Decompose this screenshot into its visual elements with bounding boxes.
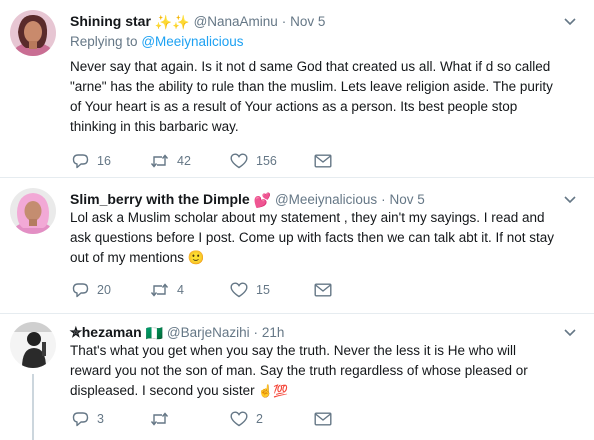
retweet-count: 4 — [177, 283, 184, 297]
display-name[interactable]: Shining star — [70, 13, 151, 29]
tweet-text-line: displeased. I second you sister — [70, 383, 255, 398]
tweet-3[interactable]: ✮hezaman 🇳🇬 @BarjeNazihi · 21h That's wh… — [0, 314, 594, 440]
chevron-down-icon[interactable] — [564, 193, 576, 205]
avatar[interactable] — [10, 322, 56, 368]
reply-button[interactable]: 20 — [72, 280, 111, 300]
tweet-text-line: out of my mentions — [70, 250, 185, 265]
separator-dot: · — [253, 325, 258, 340]
retweet-button[interactable]: 42 — [150, 151, 191, 171]
replying-to-handle[interactable]: @Meeiynalicious — [141, 34, 243, 49]
like-count: 15 — [256, 283, 270, 297]
like-icon — [230, 282, 248, 298]
replying-to-label: Replying to — [70, 34, 138, 49]
hearts-emoji: 💕 — [253, 192, 272, 209]
message-icon — [314, 412, 332, 426]
retweet-icon — [150, 154, 169, 168]
like-icon — [230, 411, 248, 427]
retweet-button[interactable]: 4 — [150, 280, 184, 300]
tweet-header: Slim_berry with the Dimple 💕 @Meeiynalic… — [70, 190, 425, 209]
tweet-header: ✮hezaman 🇳🇬 @BarjeNazihi · 21h — [70, 323, 284, 342]
thread-line — [32, 374, 34, 440]
hundred-points-emoji: ☝💯 — [258, 384, 289, 399]
tweet-text: Never say that again. Is it not d same G… — [70, 57, 578, 137]
tweet-text-line: Never say that again. Is it not d same G… — [70, 59, 551, 74]
tweet-text-line-last: out of my mentions 🙂 — [70, 248, 578, 268]
tweet-1[interactable]: Shining star ✨✨ @NanaAminu · Nov 5 Reply… — [0, 0, 594, 176]
chevron-down-icon[interactable] — [564, 15, 576, 27]
direct-message-button[interactable] — [314, 280, 332, 300]
separator-dot: · — [281, 14, 287, 29]
like-button[interactable]: 156 — [230, 151, 277, 171]
display-name[interactable]: ✮hezaman — [70, 324, 142, 340]
separator-dot: · — [381, 192, 386, 207]
tweet-date[interactable]: Nov 5 — [290, 14, 325, 29]
avatar[interactable] — [10, 10, 56, 56]
smile-emoji: 🙂 — [187, 250, 205, 266]
retweet-button[interactable] — [150, 409, 177, 429]
chevron-down-icon[interactable] — [564, 326, 576, 338]
replying-to: Replying to @Meeiynalicious — [70, 34, 244, 49]
reply-count: 3 — [97, 412, 104, 426]
reply-count: 20 — [97, 283, 111, 297]
like-count: 2 — [256, 412, 263, 426]
like-icon — [230, 153, 248, 169]
tweet-text-line: ask questions before I post. Come up wit… — [70, 230, 555, 245]
tweet-actions: 16 42 156 — [70, 151, 370, 171]
tweet-text-line: Lol ask a Muslim scholar about my statem… — [70, 210, 545, 225]
like-button[interactable]: 2 — [230, 409, 263, 429]
tweet-text-line: of Your heart is as a result of Your act… — [70, 99, 518, 114]
tweet-text-line: That's what you get when you say the tru… — [70, 343, 517, 358]
retweet-icon — [150, 283, 169, 297]
direct-message-button[interactable] — [314, 409, 332, 429]
avatar[interactable] — [10, 188, 56, 234]
like-button[interactable]: 15 — [230, 280, 270, 300]
tweet-text-line-last: displeased. I second you sister ☝💯 — [70, 381, 578, 401]
reply-icon — [72, 283, 89, 298]
tweet-2[interactable]: Slim_berry with the Dimple 💕 @Meeiynalic… — [0, 178, 594, 312]
handle[interactable]: @NanaAminu — [194, 14, 278, 29]
reply-button[interactable]: 16 — [72, 151, 111, 171]
message-icon — [314, 283, 332, 297]
handle[interactable]: @BarjeNazihi — [167, 325, 250, 340]
tweet-text: That's what you get when you say the tru… — [70, 341, 578, 401]
tweet-date[interactable]: Nov 5 — [389, 192, 424, 207]
direct-message-button[interactable] — [314, 151, 332, 171]
tweet-text-line: reward you not the son of man. Say the t… — [70, 363, 528, 378]
tweet-text: Lol ask a Muslim scholar about my statem… — [70, 208, 578, 268]
tweet-actions: 20 4 15 — [70, 280, 370, 300]
tweet-header: Shining star ✨✨ @NanaAminu · Nov 5 — [70, 12, 325, 31]
tweet-text-line: "arne" has the ability to rule than the … — [70, 79, 553, 94]
reply-icon — [72, 412, 89, 427]
nigeria-flag-emoji: 🇳🇬 — [145, 325, 163, 342]
message-icon — [314, 154, 332, 168]
retweet-count: 42 — [177, 154, 191, 168]
retweet-icon — [150, 412, 169, 426]
like-count: 156 — [256, 154, 277, 168]
handle[interactable]: @Meeiynalicious — [275, 192, 377, 207]
tweet-actions: 3 2 — [70, 409, 370, 429]
reply-count: 16 — [97, 154, 111, 168]
reply-icon — [72, 154, 89, 169]
display-name[interactable]: Slim_berry with the Dimple — [70, 191, 250, 207]
sparkles-emoji: ✨✨ — [154, 14, 190, 31]
reply-button[interactable]: 3 — [72, 409, 104, 429]
tweet-text-line: thinking in this barbaric way. — [70, 119, 239, 134]
tweet-date[interactable]: 21h — [262, 325, 285, 340]
